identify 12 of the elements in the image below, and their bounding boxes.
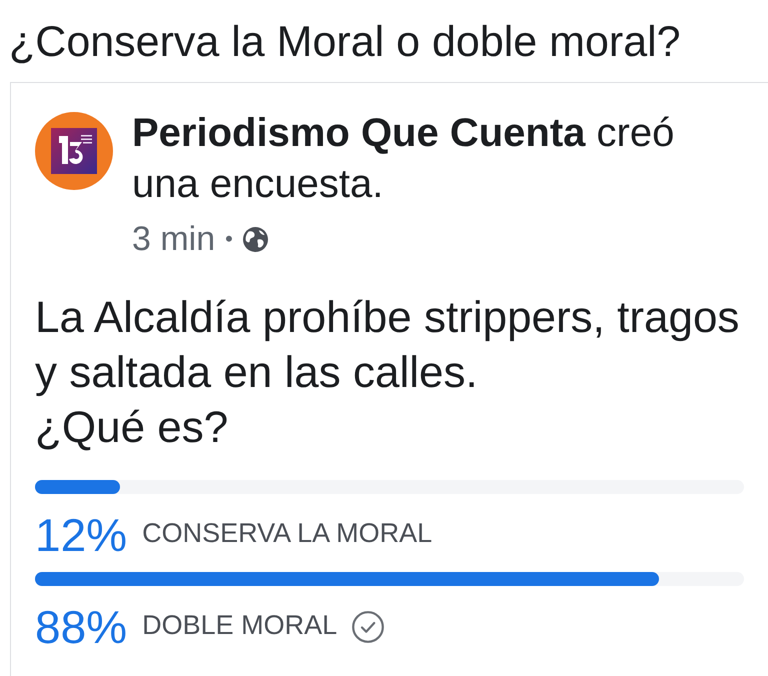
post-text: La Alcaldía prohíbe strippers, tragos y saltada en las calles. [35, 292, 740, 399]
page-title: ¿Conserva la Moral o doble moral? [9, 17, 682, 67]
globe-icon [242, 226, 268, 252]
post-text: ¿Qué es? [35, 402, 230, 454]
poll-percentage: 12% [35, 510, 128, 560]
separator-dot: • [225, 225, 233, 253]
poll-percentage: 88% [35, 602, 128, 652]
poll-option-label[interactable]: CONSERVA LA MORAL [142, 516, 432, 550]
post-headline: Periodismo Que Cuenta creó una encuesta. [132, 110, 676, 208]
post-time[interactable]: 3 min [132, 219, 216, 259]
poll-option-label[interactable]: DOBLE MORAL [142, 608, 338, 642]
page-logo-icon[interactable] [35, 112, 113, 190]
